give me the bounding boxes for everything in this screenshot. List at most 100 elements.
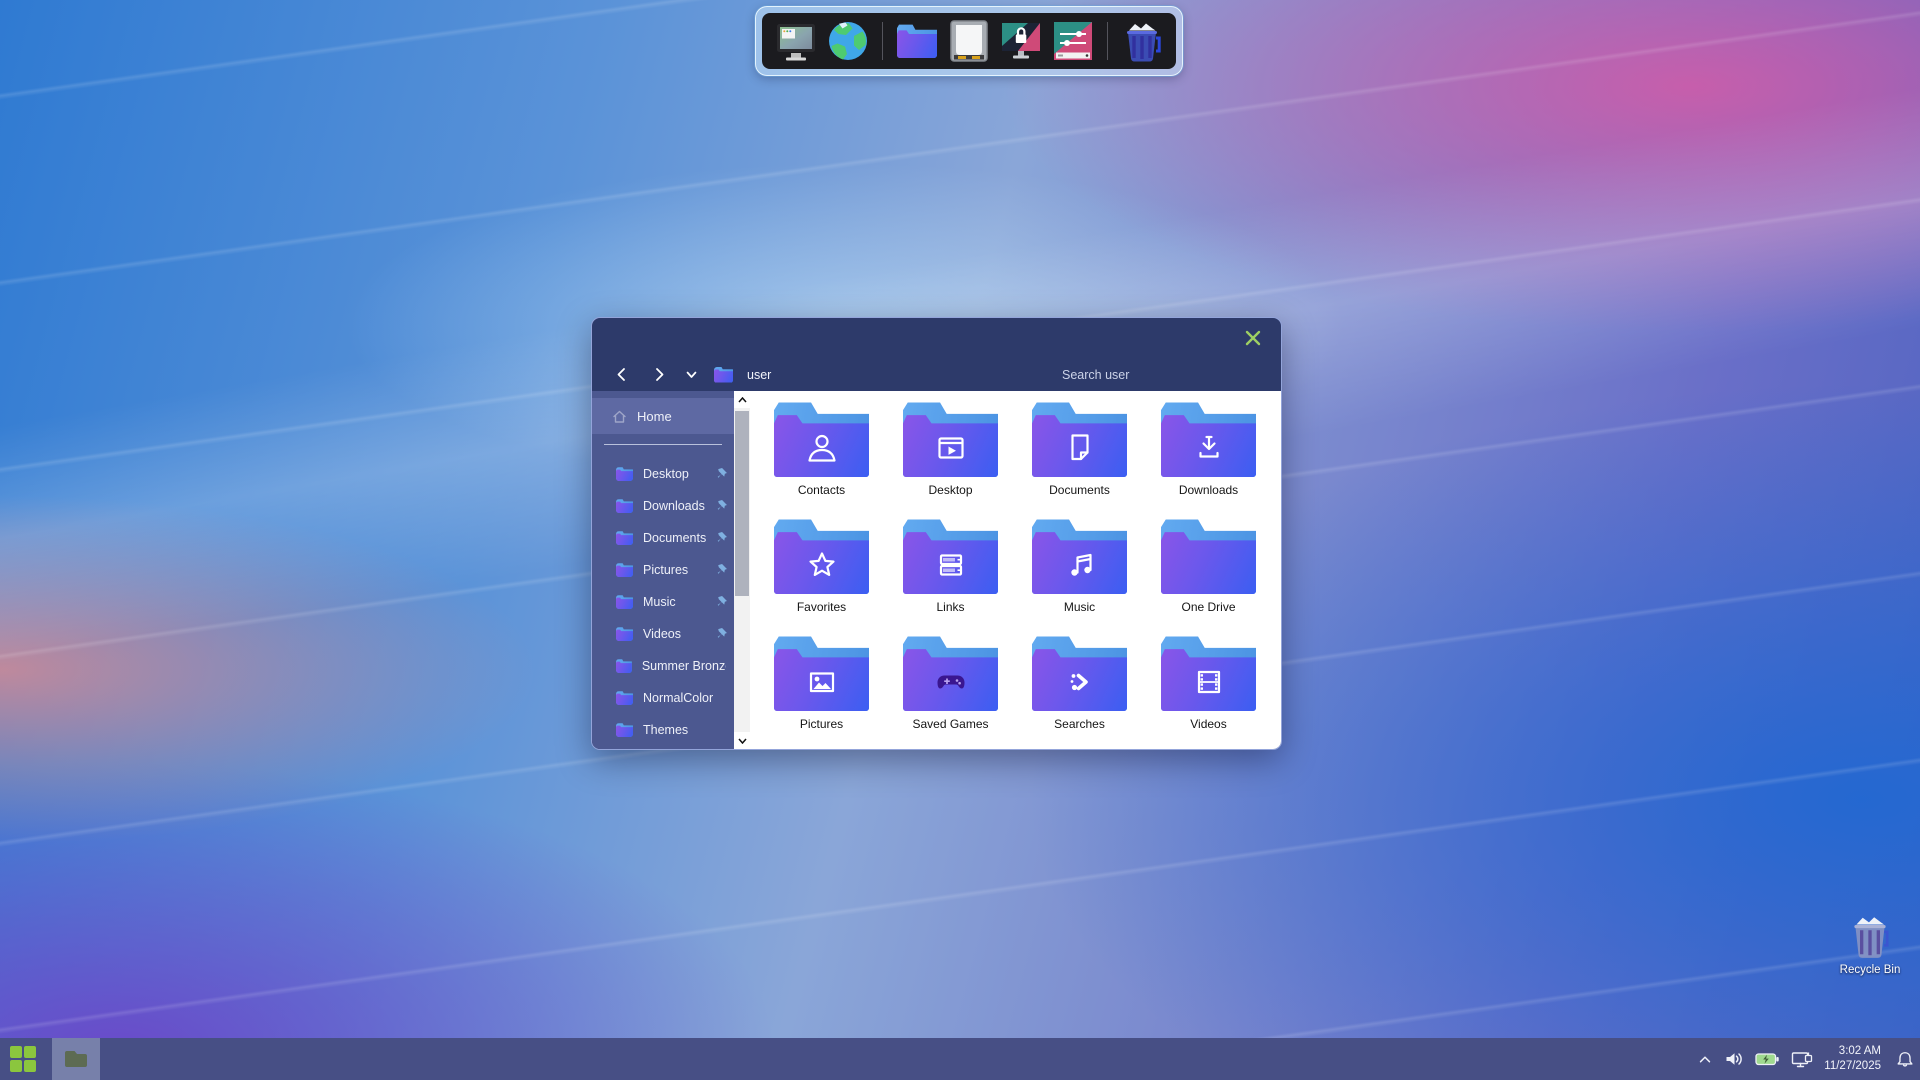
folder-label: Favorites	[797, 600, 846, 614]
sidebar-item-summer-bronze[interactable]: Summer Bronze	[592, 650, 734, 682]
notifications-button[interactable]	[1896, 1050, 1914, 1069]
search-glyph-icon	[1032, 653, 1127, 711]
sidebar-item-label: Pictures	[643, 563, 688, 577]
folder-item-favorites[interactable]: Favorites	[757, 518, 886, 635]
address-folder-icon	[714, 367, 733, 383]
sidebar-items: Desktop DownloadsDocuments Pictures Music Vi…	[592, 458, 734, 746]
start-icon	[10, 1046, 22, 1058]
recycle-bin-label: Recycle Bin	[1840, 964, 1901, 976]
back-button[interactable]	[608, 362, 634, 388]
dock-item-internet[interactable]	[826, 19, 870, 63]
folder-item-pictures[interactable]: Pictures	[757, 635, 886, 750]
forward-button[interactable]	[646, 362, 672, 388]
folder-icon	[774, 635, 869, 711]
system-tray: 3:02 AM 11/27/2025	[1697, 1038, 1914, 1080]
address-bar[interactable]: user	[747, 368, 771, 382]
clock-time: 3:02 AM	[1824, 1044, 1881, 1059]
dock-inner	[762, 13, 1176, 69]
folder-item-searches[interactable]: Searches	[1015, 635, 1144, 750]
folder-item-documents[interactable]: Documents	[1015, 401, 1144, 518]
chevron-up-icon	[738, 397, 747, 403]
folder-icon	[616, 499, 633, 513]
folder-icon	[616, 723, 633, 737]
recycle-bin-icon	[1120, 19, 1164, 63]
taskbar-clock[interactable]: 3:02 AM 11/27/2025	[1824, 1044, 1881, 1074]
chevron-down-icon	[738, 738, 747, 744]
folder-item-videos[interactable]: Videos	[1144, 635, 1273, 750]
folder-item-music[interactable]: Music	[1015, 518, 1144, 635]
taskbar-app-file-explorer[interactable]	[52, 1038, 100, 1080]
dock-separator	[882, 22, 883, 60]
folder-item-downloads[interactable]: Downloads	[1144, 401, 1273, 518]
sidebar-item-home[interactable]: Home	[592, 398, 734, 434]
sidebar-item-downloads[interactable]: Downloads	[592, 490, 734, 522]
sidebar-item-label: Summer Bronze	[642, 659, 726, 673]
folder-label: Documents	[1049, 483, 1110, 497]
pin-icon	[714, 499, 728, 518]
dock-item-file-explorer[interactable]	[895, 19, 939, 63]
dock-item-personalization[interactable]	[1051, 19, 1095, 63]
sidebar-scrollbar[interactable]	[734, 391, 750, 749]
folder-item-one-drive[interactable]: One Drive	[1144, 518, 1273, 635]
battery-button[interactable]	[1755, 1050, 1780, 1068]
sidebar-item-label: Videos	[643, 627, 681, 641]
dock-item-lock-screen[interactable]	[999, 19, 1043, 63]
dock-separator	[1107, 22, 1108, 60]
folder-icon	[616, 627, 633, 641]
network-button[interactable]	[1791, 1050, 1813, 1069]
folder-grid: ContactsDesktop Documents Downloads Favorit…	[750, 391, 1281, 749]
dock-item-recycle-bin[interactable]	[1120, 19, 1164, 63]
folder-icon	[774, 518, 869, 594]
folder-item-saved-games[interactable]: Saved Games	[886, 635, 1015, 750]
sidebar-item-themes[interactable]: Themes	[592, 714, 734, 746]
dock-item-hard-drive[interactable]	[947, 19, 991, 63]
window-body: Home DesktopDownloadsDocumentsPicturesMu…	[592, 391, 1281, 749]
clock-date: 11/27/2025	[1824, 1059, 1881, 1074]
folder-icon	[903, 635, 998, 711]
folder-item-desktop[interactable]: Desktop	[886, 401, 1015, 518]
sidebar-item-music[interactable]: Music	[592, 586, 734, 618]
taskbar: 3:02 AM 11/27/2025	[0, 1038, 1920, 1080]
folder-icon	[903, 401, 998, 477]
volume-button[interactable]	[1724, 1050, 1744, 1068]
sidebar-item-documents[interactable]: Documents	[592, 522, 734, 554]
folder-icon	[616, 659, 632, 673]
sidebar-item-pictures[interactable]: Pictures	[592, 554, 734, 586]
chevron-left-icon	[614, 367, 629, 382]
folder-icon	[616, 595, 633, 609]
folder-item-links[interactable]: Links	[886, 518, 1015, 635]
chevron-right-icon	[652, 367, 667, 382]
none-glyph-icon	[1161, 536, 1256, 594]
scrollbar-up-button[interactable]	[734, 391, 750, 408]
pin-icon	[714, 595, 728, 614]
sidebar-item-label: Desktop	[643, 467, 689, 481]
folder-icon	[616, 467, 633, 481]
pin-icon	[714, 531, 728, 550]
dock-item-desktop[interactable]	[774, 19, 818, 63]
recycle-bin-icon	[1847, 912, 1893, 962]
folder-icon	[1161, 518, 1256, 594]
desktop-icon-recycle-bin[interactable]: Recycle Bin	[1836, 912, 1904, 976]
document-glyph-icon	[1032, 419, 1127, 477]
search-input[interactable]: Search user	[1062, 368, 1129, 382]
sidebar-item-normalcolor[interactable]: NormalColor	[592, 682, 734, 714]
recent-locations-button[interactable]	[678, 362, 704, 388]
close-button[interactable]	[1242, 327, 1264, 349]
folder-icon	[616, 531, 633, 545]
folder-label: Searches	[1054, 717, 1105, 731]
film-glyph-icon	[1161, 653, 1256, 711]
tray-overflow-button[interactable]	[1697, 1051, 1713, 1067]
personalization-icon	[1051, 19, 1095, 63]
sidebar-item-desktop[interactable]: Desktop	[592, 458, 734, 490]
folder-item-contacts[interactable]: Contacts	[757, 401, 886, 518]
download-glyph-icon	[1161, 419, 1256, 477]
sidebar-item-videos[interactable]: Videos	[592, 618, 734, 650]
folder-label: Links	[936, 600, 964, 614]
window-titlebar[interactable]	[592, 318, 1281, 358]
folder-icon	[774, 401, 869, 477]
scrollbar-down-button[interactable]	[734, 732, 750, 749]
start-button[interactable]	[10, 1046, 37, 1073]
scrollbar-thumb[interactable]	[735, 411, 749, 596]
desktop-wallpaper: user Search user Home DesktopDownloadsDo…	[0, 0, 1920, 1080]
folder-label: Pictures	[800, 717, 843, 731]
